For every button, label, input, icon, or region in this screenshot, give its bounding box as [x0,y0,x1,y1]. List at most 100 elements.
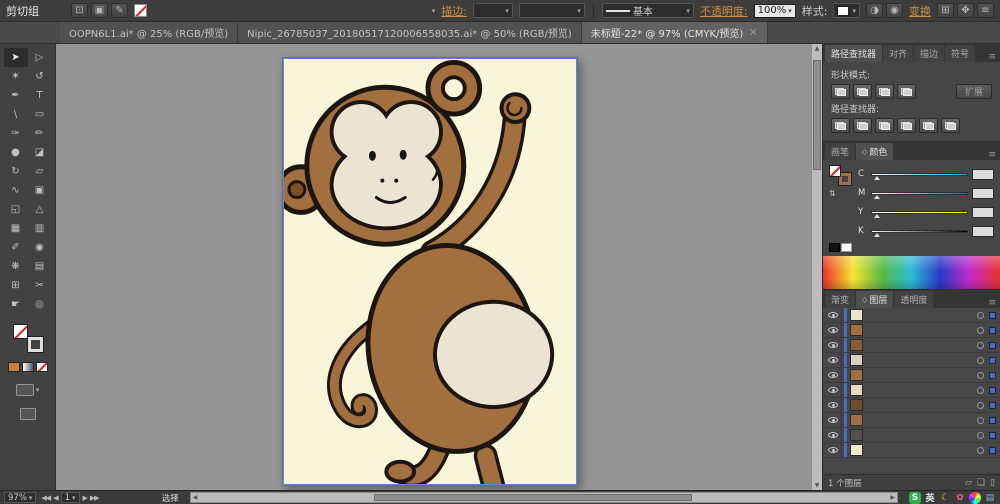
perspective-grid-tool[interactable]: △ [28,200,52,219]
layer-target-icon[interactable] [977,356,984,364]
c-value-field[interactable] [972,168,994,180]
layer-row[interactable] [823,338,1000,353]
transform-link[interactable]: 变换 [909,3,931,19]
recolor-artwork-icon[interactable]: ◑ [866,3,883,18]
scroll-down-icon[interactable]: ▼ [812,482,822,489]
eraser-tool[interactable]: ◪ [28,143,52,162]
scroll-up-icon[interactable]: ▲ [812,45,822,52]
y-slider-track[interactable] [871,210,968,218]
layer-selected-indicator[interactable] [989,371,996,379]
m-slider-track[interactable] [871,191,968,199]
document-tab[interactable]: OOPN6L1.ai* @ 25% (RGB/预览) [60,22,239,43]
new-layer-icon[interactable]: ❏ [977,478,985,488]
free-transform-tool[interactable]: ▣ [28,181,52,200]
ime-skin-icon[interactable]: ☾ [939,492,951,504]
type-tool[interactable]: T [28,86,52,105]
c-slider-marker[interactable] [874,175,880,180]
layer-selected-indicator[interactable] [989,386,996,394]
close-tab-icon[interactable]: × [749,27,757,38]
layer-row[interactable] [823,308,1000,323]
paintbrush-tool[interactable]: ✑ [4,124,28,143]
vertical-scrollbar[interactable]: ▲ ▼ [811,44,822,490]
minus-front-button[interactable] [853,84,872,99]
stroke-link[interactable]: 描边: [441,3,467,19]
layer-target-icon[interactable] [977,341,984,349]
panel-tab[interactable]: 对齐 [883,45,914,62]
color-mode-button[interactable] [7,362,20,372]
layer-row[interactable] [823,368,1000,383]
visibility-toggle[interactable] [826,357,839,363]
stroke-weight-dropdown[interactable]: ▾ [472,3,513,18]
ime-keyboard-icon[interactable]: ▤ [984,492,996,504]
visibility-toggle[interactable] [826,432,839,438]
eyedropper-tool[interactable]: ✐ [4,238,28,257]
visibility-toggle[interactable] [826,402,839,408]
horizontal-scrollbar[interactable]: ◀ ▶ [189,492,898,503]
document-tab[interactable]: Nipic_26785037_20180517120006558035.ai* … [238,22,582,43]
layer-thumbnail[interactable] [850,444,863,456]
sogou-logo-icon[interactable]: S [909,491,921,504]
first-artboard-button[interactable]: ◀◀ [41,494,51,502]
panel-menu-icon[interactable]: ≡ [988,298,996,308]
layer-thumbnail[interactable] [850,339,863,351]
swap-fill-stroke-icon[interactable]: ⇅ [829,189,853,198]
style-swatch-dropdown[interactable]: ▾ [833,3,860,18]
visibility-toggle[interactable] [826,447,839,453]
panel-tab[interactable]: ◇ 图层 [856,291,894,308]
gradient-mode-button[interactable] [21,362,34,372]
panel-menu-icon[interactable]: ≡ [988,150,996,160]
scroll-left-icon[interactable]: ◀ [193,494,198,501]
layer-selected-indicator[interactable] [989,341,996,349]
merge-button[interactable] [875,118,894,133]
make-clipping-mask-icon[interactable]: ▱ [965,478,972,488]
fill-stroke-control[interactable] [12,324,43,352]
hand-tool[interactable]: ☛ [4,295,28,314]
stroke-color-swatch[interactable] [134,4,147,17]
brush-definition-dropdown[interactable]: 基本 ▾ [601,3,694,18]
layer-thumbnail[interactable] [850,384,863,396]
visibility-toggle[interactable] [826,417,839,423]
unite-button[interactable] [831,84,850,99]
variable-width-profile-dropdown[interactable]: ▾ [518,3,585,18]
mesh-tool[interactable]: ▦ [4,219,28,238]
k-slider-track[interactable] [871,229,968,237]
intersect-button[interactable] [875,84,894,99]
layer-target-icon[interactable] [977,431,984,439]
document-tab[interactable]: 未标题-22* @ 97% (CMYK/预览) × [581,22,768,43]
layer-row[interactable] [823,428,1000,443]
panel-tab[interactable]: 路径查找器 [825,45,883,62]
layer-thumbnail[interactable] [850,399,863,411]
lasso-tool[interactable]: ↺ [28,67,52,86]
edit-contents-icon[interactable]: ✎ [111,3,128,18]
layer-selected-indicator[interactable] [989,311,996,319]
minus-back-button[interactable] [941,118,960,133]
panel-tab[interactable]: 渐变 [825,291,856,308]
magic-wand-tool[interactable]: ✶ [4,67,28,86]
layer-row[interactable] [823,413,1000,428]
prev-artboard-button[interactable]: ◀ [53,494,58,502]
divide-button[interactable] [831,118,850,133]
layer-selected-indicator[interactable] [989,446,996,454]
visibility-toggle[interactable] [826,372,839,378]
c-slider-track[interactable] [871,172,968,180]
blob-brush-tool[interactable]: ● [4,143,28,162]
trim-button[interactable] [853,118,872,133]
layer-thumbnail[interactable] [850,324,863,336]
layer-target-icon[interactable] [977,386,984,394]
layer-row[interactable] [823,323,1000,338]
layer-selected-indicator[interactable] [989,326,996,334]
transform-panel-icon[interactable]: ✥ [957,3,974,18]
ime-emoji-icon[interactable]: ✿ [954,492,966,504]
black-swatch[interactable] [829,243,840,252]
column-graph-tool[interactable]: ▤ [28,257,52,276]
visibility-toggle[interactable] [826,312,839,318]
white-swatch[interactable] [841,243,852,252]
layer-selected-indicator[interactable] [989,416,996,424]
artboard[interactable] [282,57,578,486]
canvas[interactable]: ▲ ▼ [56,44,822,490]
opacity-mask-icon[interactable]: ◉ [886,3,903,18]
delete-layer-icon[interactable]: ▯ [990,478,995,488]
layer-selected-indicator[interactable] [989,401,996,409]
outline-button[interactable] [919,118,938,133]
ime-language-badge[interactable]: 英 [924,492,936,504]
